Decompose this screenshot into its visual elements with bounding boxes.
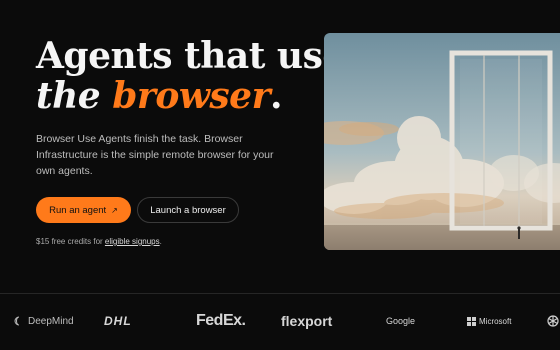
deepmind-wordmark: DeepMind bbox=[28, 315, 74, 327]
flexport-wordmark: flexport bbox=[281, 313, 333, 329]
hero-title: Agents that use the browser. bbox=[36, 35, 345, 116]
run-agent-label: Run an agent bbox=[49, 204, 107, 216]
dhl-logo: DHL bbox=[104, 310, 132, 332]
hero-illustration bbox=[324, 33, 560, 250]
run-agent-button[interactable]: Run an agent ↗ bbox=[36, 197, 131, 223]
hero-title-the: the bbox=[36, 75, 113, 117]
launch-browser-button[interactable]: Launch a browser bbox=[137, 197, 239, 223]
eligible-signups-link[interactable]: eligible signups bbox=[105, 237, 160, 246]
hero-title-accent: browser bbox=[112, 75, 271, 117]
fedex-logo: FedEx. bbox=[196, 310, 246, 332]
fedex-wordmark: FedEx. bbox=[196, 312, 246, 329]
hero-title-period: . bbox=[270, 75, 283, 117]
openai-logo bbox=[546, 310, 560, 332]
dhl-wordmark: DHL bbox=[104, 314, 132, 328]
hero-title-line-2: the browser. bbox=[36, 76, 296, 116]
logo-strip-divider bbox=[0, 293, 560, 294]
microsoft-squares-icon bbox=[467, 316, 476, 326]
credits-note: $15 free credits for eligible signups. bbox=[36, 237, 162, 246]
credits-note-prefix: $15 free credits for bbox=[36, 237, 105, 246]
deepmind-logo: DeepMind bbox=[14, 310, 74, 332]
google-wordmark: Google bbox=[386, 316, 416, 326]
hero-illustration-art bbox=[324, 33, 560, 250]
hero-description: Browser Use Agents finish the task. Brow… bbox=[36, 133, 274, 177]
deepmind-mark-icon bbox=[14, 316, 20, 326]
microsoft-wordmark: Microsoft bbox=[479, 316, 512, 326]
arrow-up-right-icon: ↗ bbox=[111, 205, 118, 215]
openai-knot-icon bbox=[547, 315, 559, 327]
microsoft-logo: Microsoft bbox=[467, 310, 511, 332]
hero-title-line-1: Agents that use bbox=[36, 35, 345, 77]
credits-note-suffix: . bbox=[159, 237, 162, 246]
google-logo: Google bbox=[386, 310, 415, 332]
flexport-logo: flexport bbox=[281, 310, 332, 332]
launch-browser-label: Launch a browser bbox=[150, 204, 226, 216]
